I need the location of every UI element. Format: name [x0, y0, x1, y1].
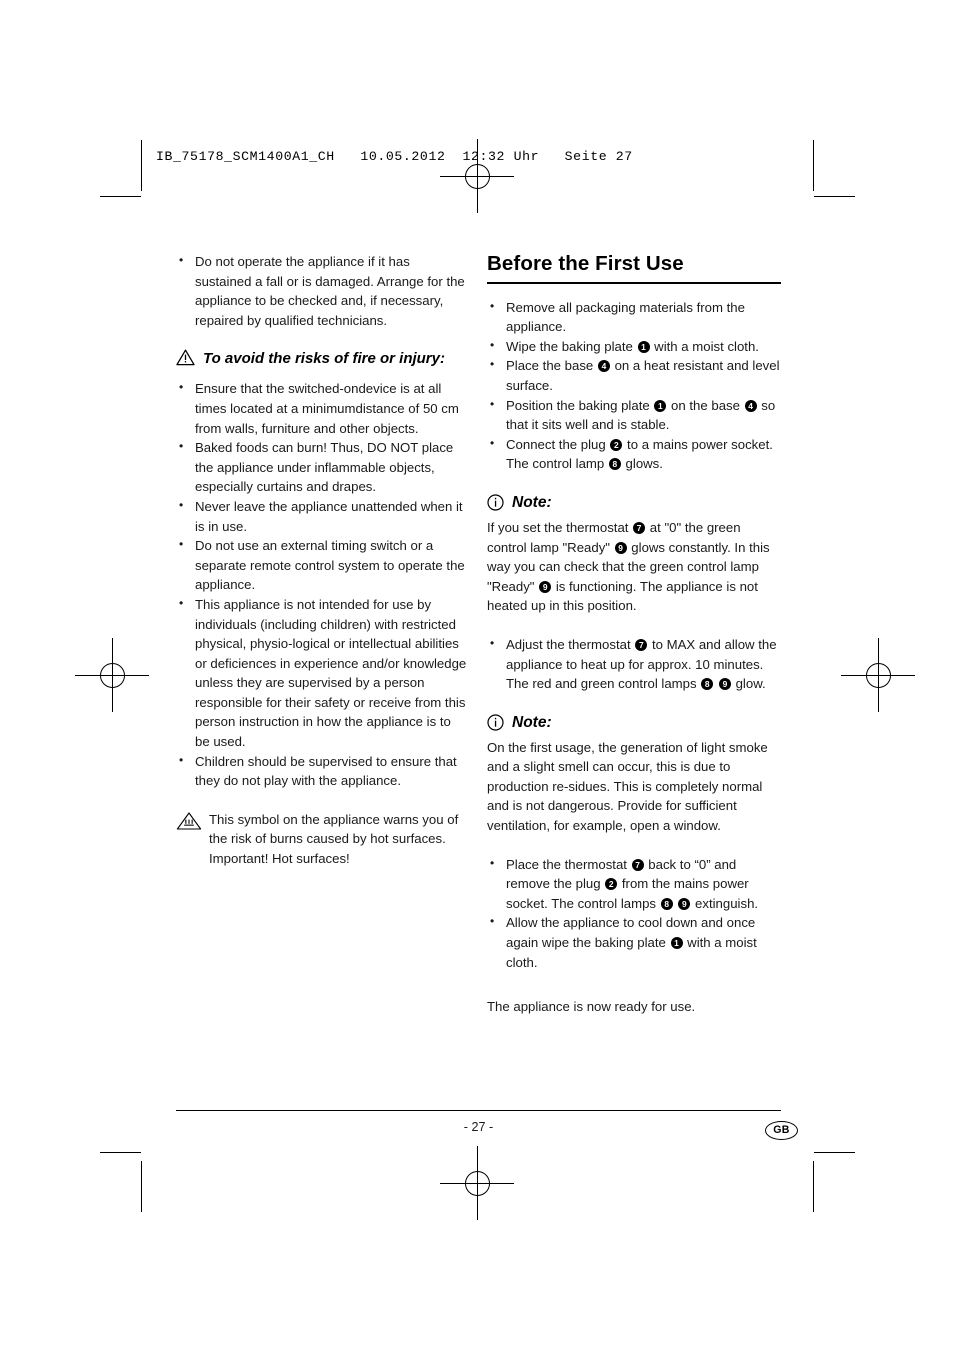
list-item: Place the thermostat 7 back to “0” and r… [487, 854, 781, 914]
callout-badge-8: 8 [660, 897, 673, 910]
warning-heading-label: To avoid the risks of fire or injury: [203, 350, 445, 368]
callout-badge-9: 9 [718, 678, 731, 691]
note-heading-label: Note: [512, 493, 552, 511]
hot-surface-note-text: This symbol on the appliance warns you o… [209, 811, 459, 867]
callout-badge-2: 2 [610, 438, 623, 451]
page-title: Before the First Use [487, 252, 684, 275]
crop-mark-bottom-right-horizontal [814, 1152, 855, 1153]
info-circle-icon [487, 494, 504, 512]
crop-mark-bottom-right-vertical [813, 1161, 814, 1212]
info-circle-icon [487, 714, 504, 731]
cool-down-bullet-list: Place the thermostat 7 back to “0” and r… [487, 854, 781, 973]
crop-mark-top-left-vertical [141, 140, 142, 191]
note-heading-2: Note: [487, 713, 781, 733]
hot-surface-warning-icon [176, 811, 202, 831]
page-number: - 27 - [463, 1120, 494, 1134]
callout-badge-8: 8 [701, 678, 714, 691]
list-item: Children should be supervised to ensure … [176, 751, 468, 791]
note-body-2: On the first usage, the generation of li… [487, 739, 768, 834]
heat-up-bullet-list: Adjust the thermostat 7 to MAX and allow… [487, 634, 781, 694]
callout-badge-9: 9 [678, 897, 691, 910]
closing-text: The appliance is now ready for use. [487, 999, 696, 1015]
language-badge: GB [765, 1121, 798, 1140]
list-item: Ensure that the switched-ondevice is at … [176, 378, 468, 438]
list-item: Do not use an external timing switch or … [176, 535, 468, 595]
warning-heading: To avoid the risks of fire or injury: [176, 349, 468, 369]
list-item: Connect the plug 2 to a mains power sock… [487, 434, 781, 474]
note-body-1: If you set the thermostat 7 at "0" the g… [487, 519, 770, 614]
list-item: Allow the appliance to cool down and onc… [487, 912, 781, 972]
callout-badge-1: 1 [670, 937, 683, 950]
list-item: Never leave the appliance unattended whe… [176, 496, 468, 536]
crop-mark-bottom-left-horizontal [100, 1152, 141, 1153]
list-item: This appliance is not intended for use b… [176, 594, 468, 752]
registration-mark-left [75, 638, 149, 712]
callout-badge-4: 4 [744, 399, 757, 412]
list-item: Position the baking plate 1 on the base … [487, 395, 781, 435]
list-item: Place the base 4 on a heat resistant and… [487, 355, 781, 395]
note-heading-1: Note: [487, 493, 781, 513]
callout-badge-9: 9 [539, 580, 552, 593]
footer-divider [176, 1110, 781, 1112]
print-slug-line: IB_75178_SCM1400A1_CH 10.05.2012 12:32 U… [156, 149, 633, 164]
callout-badge-7: 7 [635, 638, 648, 651]
callout-badge-9: 9 [614, 541, 627, 554]
printed-page: IB_75178_SCM1400A1_CH 10.05.2012 12:32 U… [0, 0, 954, 1351]
list-item: Adjust the thermostat 7 to MAX and allow… [487, 634, 781, 694]
intro-bullet-list: Do not operate the appliance if it has s… [176, 251, 468, 330]
callout-badge-7: 7 [631, 858, 644, 871]
warning-triangle-icon [176, 349, 195, 366]
crop-mark-top-right-vertical [813, 140, 814, 191]
note-heading-label: Note: [512, 713, 552, 731]
first-use-bullet-list: Remove all packaging materials from the … [487, 297, 781, 474]
list-item: Do not operate the appliance if it has s… [176, 251, 468, 330]
crop-mark-bottom-left-vertical [141, 1161, 142, 1212]
callout-badge-1: 1 [654, 399, 667, 412]
callout-badge-2: 2 [605, 878, 618, 891]
crop-mark-top-left-horizontal [100, 196, 141, 197]
title-divider [487, 282, 781, 284]
registration-mark-bottom [440, 1146, 514, 1220]
list-item: Remove all packaging materials from the … [487, 297, 781, 337]
list-item: Baked foods can burn! Thus, DO NOT place… [176, 437, 468, 497]
hot-surface-note: This symbol on the appliance warns you o… [176, 810, 468, 869]
callout-badge-4: 4 [597, 360, 610, 373]
list-item: Wipe the baking plate 1 with a moist clo… [487, 336, 781, 357]
callout-badge-1: 1 [637, 340, 650, 353]
right-column: Before the First Use Remove all packagin… [487, 252, 781, 1017]
left-column: Do not operate the appliance if it has s… [176, 251, 468, 869]
registration-mark-right [841, 638, 915, 712]
warning-bullet-list: Ensure that the switched-ondevice is at … [176, 378, 468, 791]
callout-badge-8: 8 [608, 458, 621, 471]
callout-badge-7: 7 [633, 521, 646, 534]
crop-mark-top-right-horizontal [814, 196, 855, 197]
